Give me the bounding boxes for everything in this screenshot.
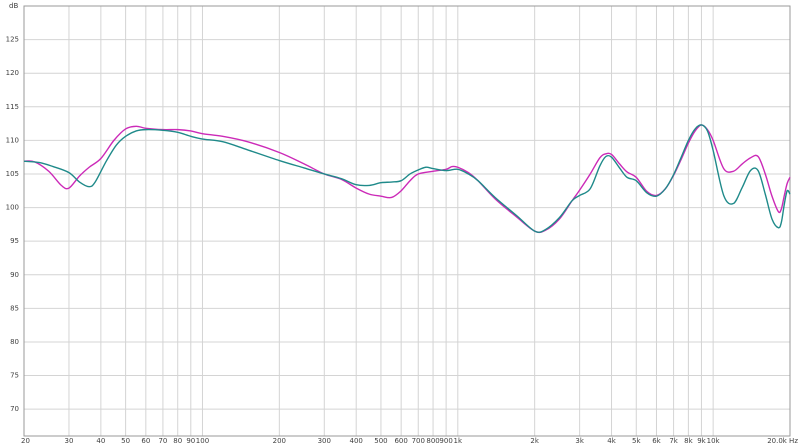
x-tick-label: 60 xyxy=(141,437,150,445)
x-tick-label: 20.0k Hz xyxy=(767,437,798,445)
y-tick-label: 80 xyxy=(10,338,19,346)
x-tick-label: 7k xyxy=(669,437,678,445)
x-tick-label: 10k xyxy=(707,437,721,445)
plot-background xyxy=(0,0,800,447)
y-tick-label: 95 xyxy=(10,237,19,245)
y-tick-label: 120 xyxy=(6,69,19,77)
y-tick-label: 105 xyxy=(6,170,19,178)
y-tick-label: 115 xyxy=(6,103,19,111)
x-tick-label: 300 xyxy=(318,437,331,445)
x-tick-label: 5k xyxy=(632,437,641,445)
y-tick-label: 75 xyxy=(10,372,19,380)
x-tick-label: 40 xyxy=(96,437,105,445)
x-tick-label: 8k xyxy=(684,437,693,445)
y-axis-unit-label: dB xyxy=(9,2,18,10)
x-tick-label: 6k xyxy=(652,437,661,445)
x-tick-label: 70 xyxy=(158,437,167,445)
x-tick-label: 3k xyxy=(575,437,584,445)
x-tick-label: 9k xyxy=(697,437,706,445)
x-tick-label: 20 xyxy=(21,437,30,445)
x-tick-label: 90 xyxy=(186,437,195,445)
x-tick-label: 50 xyxy=(121,437,130,445)
x-tick-label: 800 xyxy=(426,437,439,445)
y-tick-label: 85 xyxy=(10,304,19,312)
x-tick-label: 1k xyxy=(454,437,463,445)
frequency-response-chart: 70 75 80 85 90 95 100 105 110 115 120 125 20 30 40 50 6… xyxy=(0,0,800,447)
x-tick-label: 100 xyxy=(196,437,209,445)
x-tick-label: 500 xyxy=(374,437,387,445)
x-tick-label: 200 xyxy=(273,437,286,445)
y-tick-label: 70 xyxy=(10,405,19,413)
x-tick-label: 4k xyxy=(607,437,616,445)
x-tick-label: 400 xyxy=(350,437,363,445)
y-tick-label: 110 xyxy=(6,136,19,144)
x-tick-label: 900 xyxy=(439,437,452,445)
x-tick-label: 600 xyxy=(394,437,407,445)
x-tick-label: 700 xyxy=(412,437,425,445)
y-tick-label: 90 xyxy=(10,271,19,279)
y-tick-label: 125 xyxy=(6,36,19,44)
y-tick-label: 100 xyxy=(6,204,19,212)
x-tick-label: 2k xyxy=(530,437,539,445)
x-tick-label: 80 xyxy=(173,437,182,445)
x-tick-label: 30 xyxy=(65,437,74,445)
